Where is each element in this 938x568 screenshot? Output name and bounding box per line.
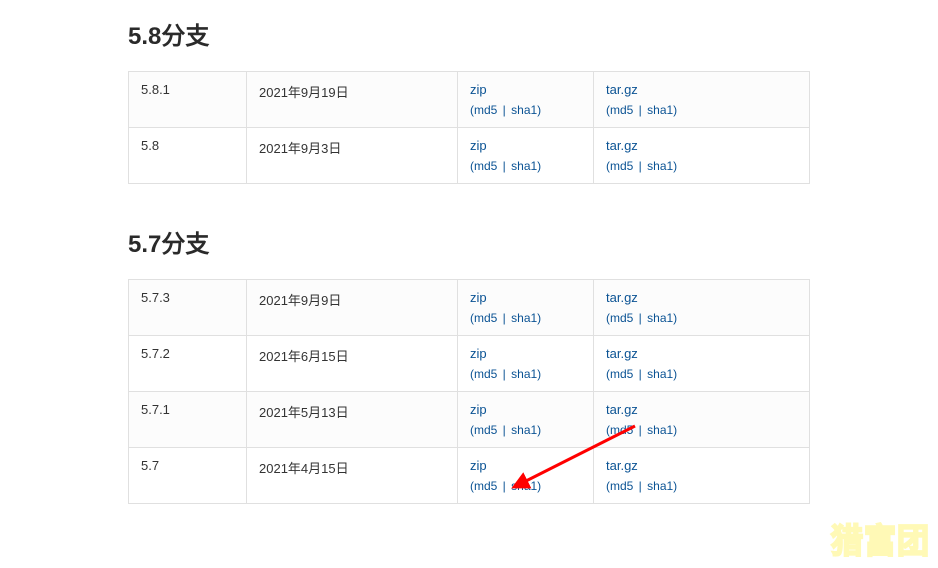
zip-md5-link[interactable]: md5 — [474, 423, 497, 437]
zip-sha1-link[interactable]: sha1 — [511, 103, 537, 117]
zip-download-link[interactable]: zip — [470, 290, 487, 305]
targz-download-link[interactable]: tar.gz — [606, 346, 638, 361]
targz-cell: tar.gz (md5 | sha1) — [594, 72, 810, 128]
targz-hash-links: (md5 | sha1) — [606, 103, 797, 117]
date-cell: 2021年5月13日 — [247, 392, 458, 448]
zip-hash-links: (md5 | sha1) — [470, 479, 581, 493]
version-cell: 5.7.2 — [129, 336, 247, 392]
targz-cell: tar.gz (md5 | sha1) — [594, 128, 810, 184]
targz-md5-link[interactable]: md5 — [610, 479, 633, 493]
targz-md5-link[interactable]: md5 — [610, 159, 633, 173]
targz-sha1-link[interactable]: sha1 — [647, 479, 673, 493]
zip-download-link[interactable]: zip — [470, 458, 487, 473]
zip-sha1-link[interactable]: sha1 — [511, 311, 537, 325]
targz-download-link[interactable]: tar.gz — [606, 290, 638, 305]
targz-cell: tar.gz (md5 | sha1) — [594, 336, 810, 392]
zip-hash-links: (md5 | sha1) — [470, 103, 581, 117]
targz-download-link[interactable]: tar.gz — [606, 402, 638, 417]
table-row: 5.7.22021年6月15日 zip (md5 | sha1) tar.gz (md5… — [129, 336, 810, 392]
targz-cell: tar.gz (md5 | sha1) — [594, 392, 810, 448]
release-table: 5.7.32021年9月9日 zip (md5 | sha1) tar.gz (md5 … — [128, 279, 810, 504]
branch-heading: 5.8分支 — [128, 16, 810, 51]
date-cell: 2021年9月3日 — [247, 128, 458, 184]
zip-md5-link[interactable]: md5 — [474, 367, 497, 381]
version-cell: 5.7.3 — [129, 280, 247, 336]
targz-hash-links: (md5 | sha1) — [606, 423, 797, 437]
targz-hash-links: (md5 | sha1) — [606, 311, 797, 325]
version-cell: 5.7 — [129, 448, 247, 504]
targz-download-link[interactable]: tar.gz — [606, 138, 638, 153]
zip-md5-link[interactable]: md5 — [474, 479, 497, 493]
zip-hash-links: (md5 | sha1) — [470, 311, 581, 325]
date-cell: 2021年9月19日 — [247, 72, 458, 128]
date-cell: 2021年9月9日 — [247, 280, 458, 336]
targz-sha1-link[interactable]: sha1 — [647, 423, 673, 437]
targz-download-link[interactable]: tar.gz — [606, 458, 638, 473]
branch-heading: 5.7分支 — [128, 224, 810, 259]
targz-md5-link[interactable]: md5 — [610, 103, 633, 117]
version-cell: 5.8 — [129, 128, 247, 184]
zip-sha1-link[interactable]: sha1 — [511, 479, 537, 493]
zip-download-link[interactable]: zip — [470, 402, 487, 417]
table-row: 5.72021年4月15日 zip (md5 | sha1) tar.gz (md5 |… — [129, 448, 810, 504]
targz-md5-link[interactable]: md5 — [610, 423, 633, 437]
targz-md5-link[interactable]: md5 — [610, 311, 633, 325]
zip-hash-links: (md5 | sha1) — [470, 367, 581, 381]
table-row: 5.7.12021年5月13日 zip (md5 | sha1) tar.gz (md5… — [129, 392, 810, 448]
date-cell: 2021年4月15日 — [247, 448, 458, 504]
zip-sha1-link[interactable]: sha1 — [511, 159, 537, 173]
zip-cell: zip (md5 | sha1) — [458, 392, 594, 448]
zip-cell: zip (md5 | sha1) — [458, 336, 594, 392]
date-cell: 2021年6月15日 — [247, 336, 458, 392]
zip-sha1-link[interactable]: sha1 — [511, 423, 537, 437]
zip-md5-link[interactable]: md5 — [474, 159, 497, 173]
zip-cell: zip (md5 | sha1) — [458, 280, 594, 336]
zip-sha1-link[interactable]: sha1 — [511, 367, 537, 381]
targz-hash-links: (md5 | sha1) — [606, 479, 797, 493]
version-cell: 5.8.1 — [129, 72, 247, 128]
zip-hash-links: (md5 | sha1) — [470, 423, 581, 437]
targz-hash-links: (md5 | sha1) — [606, 367, 797, 381]
table-row: 5.82021年9月3日 zip (md5 | sha1) tar.gz (md5 | … — [129, 128, 810, 184]
targz-sha1-link[interactable]: sha1 — [647, 159, 673, 173]
zip-md5-link[interactable]: md5 — [474, 103, 497, 117]
table-row: 5.7.32021年9月9日 zip (md5 | sha1) tar.gz (md5 … — [129, 280, 810, 336]
targz-sha1-link[interactable]: sha1 — [647, 103, 673, 117]
zip-download-link[interactable]: zip — [470, 346, 487, 361]
zip-md5-link[interactable]: md5 — [474, 311, 497, 325]
targz-sha1-link[interactable]: sha1 — [647, 311, 673, 325]
zip-hash-links: (md5 | sha1) — [470, 159, 581, 173]
zip-download-link[interactable]: zip — [470, 82, 487, 97]
branch-section-5-8: 5.8分支 5.8.12021年9月19日zip(md5 | sha1)tar.… — [128, 16, 810, 184]
zip-cell: zip (md5 | sha1) — [458, 72, 594, 128]
targz-md5-link[interactable]: md5 — [610, 367, 633, 381]
branch-section-5-7: 5.7分支 5.7.32021年9月9日zip(md5 | sha1)tar.g… — [128, 224, 810, 504]
zip-cell: zip (md5 | sha1) — [458, 448, 594, 504]
targz-sha1-link[interactable]: sha1 — [647, 367, 673, 381]
zip-cell: zip (md5 | sha1) — [458, 128, 594, 184]
targz-cell: tar.gz (md5 | sha1) — [594, 448, 810, 504]
targz-download-link[interactable]: tar.gz — [606, 82, 638, 97]
targz-hash-links: (md5 | sha1) — [606, 159, 797, 173]
table-row: 5.8.12021年9月19日 zip (md5 | sha1) tar.gz (md5… — [129, 72, 810, 128]
watermark-text: 猎富团 — [831, 515, 930, 563]
targz-cell: tar.gz (md5 | sha1) — [594, 280, 810, 336]
release-table: 5.8.12021年9月19日 zip (md5 | sha1) tar.gz (md5… — [128, 71, 810, 184]
zip-download-link[interactable]: zip — [470, 138, 487, 153]
version-cell: 5.7.1 — [129, 392, 247, 448]
